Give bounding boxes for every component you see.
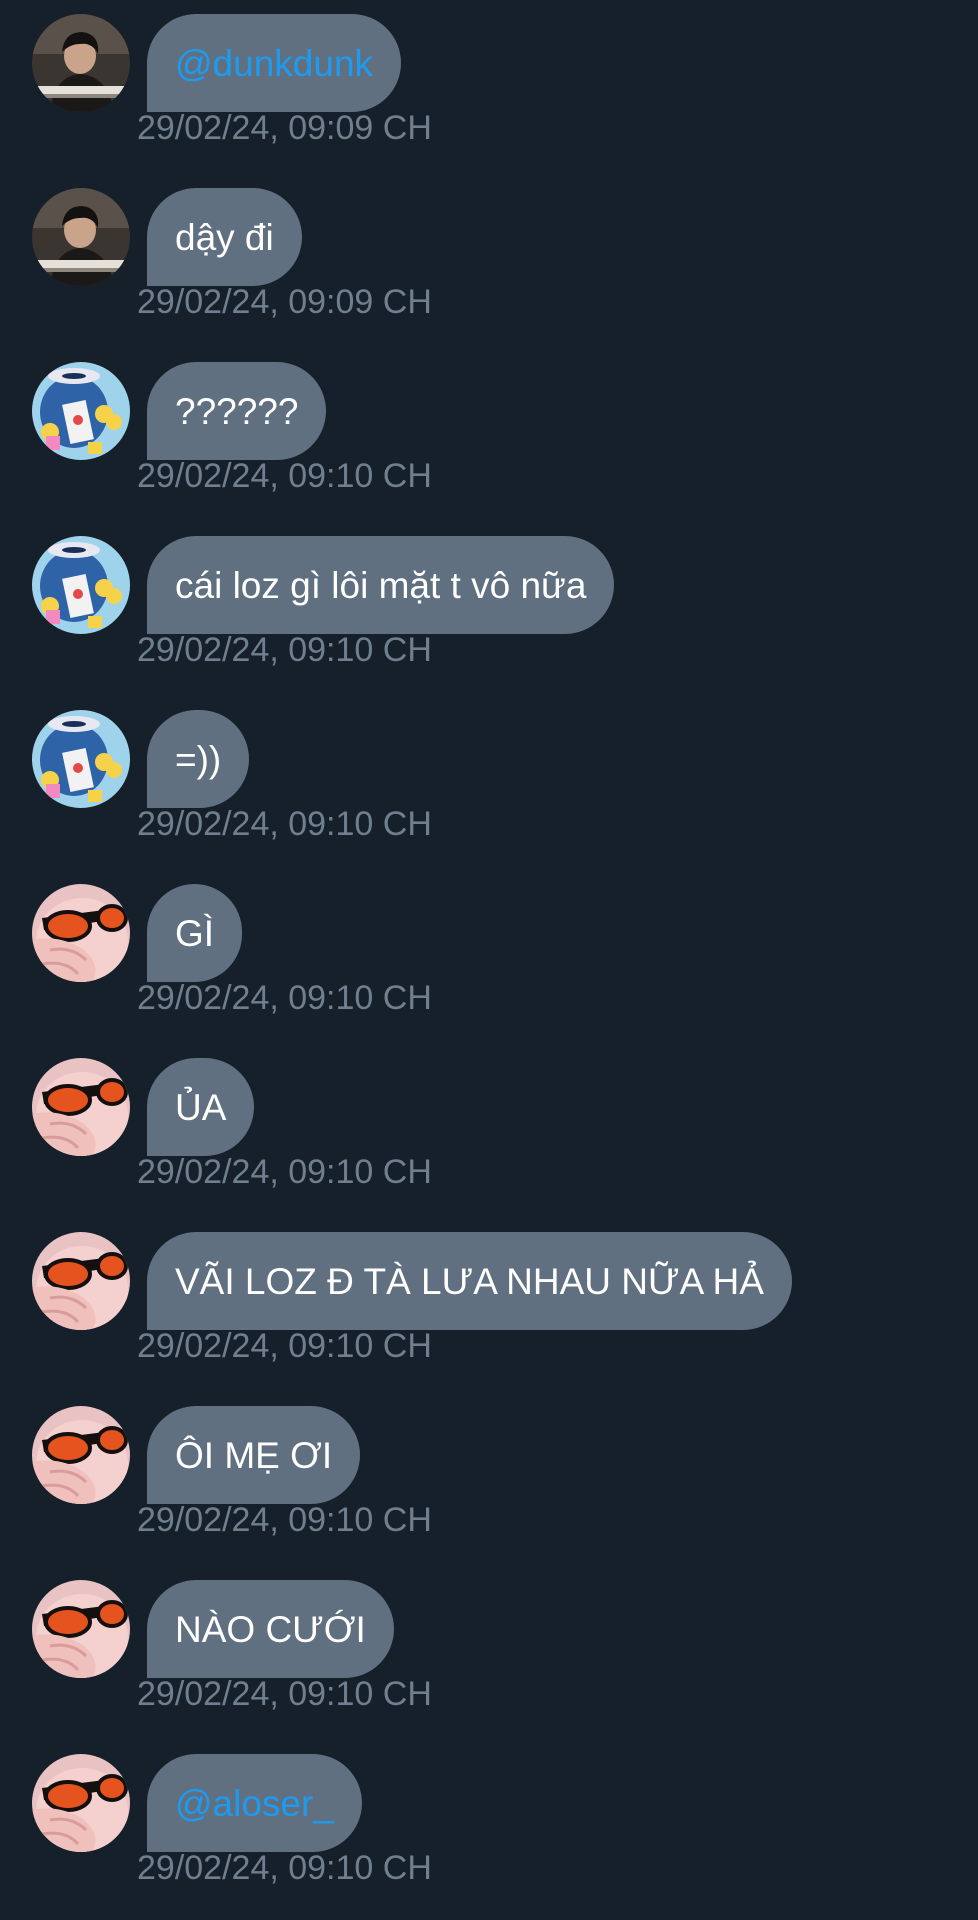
message-text: ??????	[175, 390, 299, 432]
message-timestamp: 29/02/24, 09:10 CH	[137, 1153, 432, 1191]
person-photo-avatar[interactable]	[32, 188, 130, 286]
message-timestamp: 29/02/24, 09:10 CH	[137, 1501, 432, 1539]
message: VÃI LOZ Đ TÀ LƯA NHAU NỮA HẢ 29/02/24, 0…	[0, 1218, 978, 1392]
message: @aloser_ 29/02/24, 09:10 CH	[0, 1740, 978, 1914]
message-bubble[interactable]: GÌ	[147, 884, 243, 982]
mention-link[interactable]: @dunkdunk	[175, 45, 373, 82]
message-text: dậy đi	[175, 216, 274, 258]
message-timestamp: 29/02/24, 09:10 CH	[137, 631, 432, 669]
message-text: GÌ	[175, 912, 215, 954]
message-timestamp: 29/02/24, 09:10 CH	[137, 1675, 432, 1713]
orange-sunglasses-avatar[interactable]	[32, 884, 130, 982]
message-timestamp: 29/02/24, 09:10 CH	[137, 457, 432, 495]
message-bubble[interactable]: cái loz gì lôi mặt t vô nữa	[147, 536, 615, 634]
message-bubble[interactable]: ??????	[147, 362, 327, 460]
message: ÔI MẸ ƠI 29/02/24, 09:10 CH	[0, 1392, 978, 1566]
cartoon-avatar[interactable]	[32, 536, 130, 634]
message-bubble[interactable]: dậy đi	[147, 188, 302, 286]
message: cái loz gì lôi mặt t vô nữa 29/02/24, 09…	[0, 522, 978, 696]
message-bubble[interactable]: ỦA	[147, 1058, 255, 1156]
message-bubble[interactable]: @dunkdunk	[147, 14, 402, 112]
message-text: cái loz gì lôi mặt t vô nữa	[175, 564, 587, 606]
message-bubble[interactable]: VÃI LOZ Đ TÀ LƯA NHAU NỮA HẢ	[147, 1232, 792, 1330]
message-timestamp: 29/02/24, 09:10 CH	[137, 1849, 432, 1887]
message-timestamp: 29/02/24, 09:10 CH	[137, 805, 432, 843]
message-text: ÔI MẸ ƠI	[175, 1434, 333, 1476]
message: ?????? 29/02/24, 09:10 CH	[0, 348, 978, 522]
message-bubble[interactable]: =))	[147, 710, 250, 808]
cartoon-avatar[interactable]	[32, 362, 130, 460]
dm-conversation: @dunkdunk 29/02/24, 09:09 CH dậy đi 29/0…	[0, 0, 978, 1920]
orange-sunglasses-avatar[interactable]	[32, 1058, 130, 1156]
orange-sunglasses-avatar[interactable]	[32, 1754, 130, 1852]
orange-sunglasses-avatar[interactable]	[32, 1406, 130, 1504]
message-timestamp: 29/02/24, 09:09 CH	[137, 283, 432, 321]
message: @dunkdunk 29/02/24, 09:09 CH	[0, 0, 978, 174]
message-text: ỦA	[175, 1086, 227, 1128]
message: GÌ 29/02/24, 09:10 CH	[0, 870, 978, 1044]
orange-sunglasses-avatar[interactable]	[32, 1580, 130, 1678]
message-bubble[interactable]: @aloser_	[147, 1754, 362, 1852]
message-text: =))	[175, 738, 222, 780]
cartoon-avatar[interactable]	[32, 710, 130, 808]
mention-link[interactable]: @aloser_	[175, 1785, 334, 1822]
message-timestamp: 29/02/24, 09:09 CH	[137, 109, 432, 147]
message: NÀO CƯỚI 29/02/24, 09:10 CH	[0, 1566, 978, 1740]
message-bubble[interactable]: NÀO CƯỚI	[147, 1580, 394, 1678]
message-bubble[interactable]: ÔI MẸ ƠI	[147, 1406, 361, 1504]
message-timestamp: 29/02/24, 09:10 CH	[137, 1327, 432, 1365]
message: dậy đi 29/02/24, 09:09 CH	[0, 174, 978, 348]
message-timestamp: 29/02/24, 09:10 CH	[137, 979, 432, 1017]
message-text: NÀO CƯỚI	[175, 1608, 366, 1650]
person-photo-avatar[interactable]	[32, 14, 130, 112]
message-text: VÃI LOZ Đ TÀ LƯA NHAU NỮA HẢ	[175, 1260, 764, 1302]
orange-sunglasses-avatar[interactable]	[32, 1232, 130, 1330]
message: =)) 29/02/24, 09:10 CH	[0, 696, 978, 870]
message: ỦA 29/02/24, 09:10 CH	[0, 1044, 978, 1218]
